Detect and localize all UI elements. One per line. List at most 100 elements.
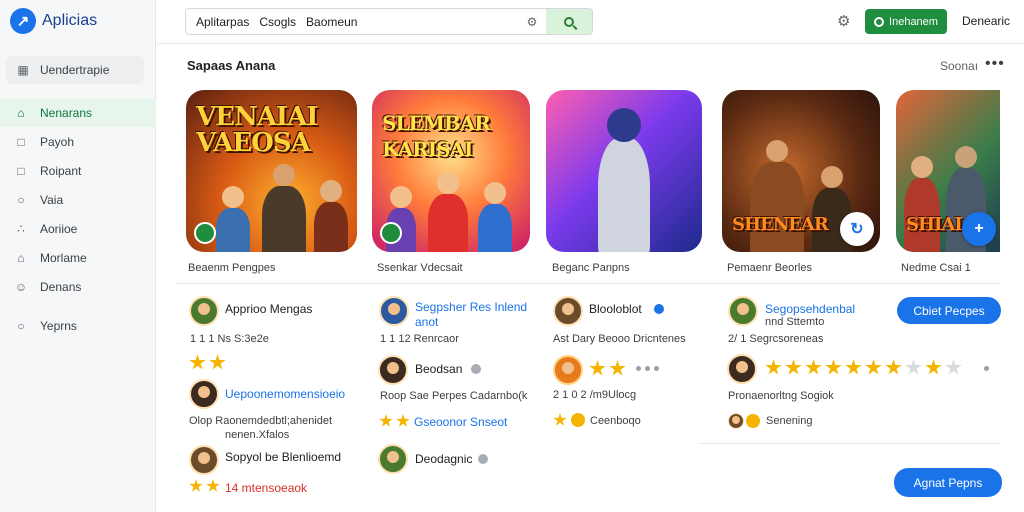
reviewer-name[interactable]: Blooloblot: [589, 302, 642, 316]
primary-pill-button[interactable]: Cbiet Pecpes: [897, 297, 1001, 324]
star-icon: [765, 359, 782, 375]
verified-badge-icon: [380, 222, 402, 244]
game-card-label: Beaenm Pengpes: [188, 262, 276, 274]
sidebar-item-7[interactable]: ☺ Denans: [0, 272, 156, 301]
sidebar-item-label: Aoriioe: [40, 221, 78, 236]
clear-icon[interactable]: ⚙: [518, 15, 546, 29]
sidebar-top-label: Uendertrapie: [40, 63, 110, 77]
avatar[interactable]: [189, 445, 219, 475]
top-bar: Aplitarpas ⚙ ⚙ Inehanem Denearic: [157, 0, 1024, 44]
avatar[interactable]: [728, 413, 744, 429]
character-figure: [478, 182, 512, 252]
avatar[interactable]: [378, 444, 408, 474]
avatar[interactable]: [379, 296, 409, 326]
reviewer-link[interactable]: Segopsehdenbal: [765, 302, 855, 316]
avatar[interactable]: [727, 354, 757, 384]
reviewer-name[interactable]: Deodagnic: [415, 452, 472, 466]
star-icon: [945, 359, 962, 375]
reviewer-link[interactable]: Segpsher Res Inlend: [415, 300, 527, 314]
search-scope-chip[interactable]: Aplitarpas: [186, 15, 259, 29]
search-bar: Aplitarpas ⚙: [185, 8, 593, 35]
avatar[interactable]: [189, 296, 219, 326]
more-options-icon[interactable]: •••: [985, 55, 1005, 73]
settings-icon[interactable]: ⚙: [837, 12, 850, 30]
rating-stars: [189, 354, 226, 371]
star-icon: [785, 359, 802, 375]
dot-icon: [984, 366, 989, 371]
sidebar-item-3[interactable]: □ Roipant: [0, 156, 156, 185]
review-meta-highlight: 14 mtensoeaok: [225, 481, 308, 495]
reviewer-name[interactable]: Sopyol be Blenlioemd: [225, 450, 341, 464]
rating-stars: [379, 414, 410, 428]
sidebar-item-2[interactable]: □ Payoh: [0, 127, 156, 156]
game-art-title: VENAIAI VAEOSA: [196, 102, 318, 158]
grid-icon: ▦: [17, 63, 29, 77]
avatar[interactable]: [378, 355, 408, 385]
review-subtext: nenen.Xfalos: [225, 429, 290, 441]
circle-icon: ○: [17, 318, 25, 333]
star-icon: [553, 413, 567, 426]
review-text: Pronaenorltng Sogiok: [728, 390, 834, 402]
reviewer-link[interactable]: Uepoonemomensioeio: [225, 387, 345, 401]
brand[interactable]: ↗ Aplicias: [10, 8, 97, 34]
game-card-2[interactable]: SLEMBAR KARISAI: [372, 90, 530, 252]
review-meta: 1 1 1 Ns S:3e2e: [190, 333, 269, 345]
sidebar-item-label: Roipant: [40, 163, 82, 178]
avatar[interactable]: [553, 355, 583, 385]
avatar[interactable]: [728, 296, 758, 326]
search-input[interactable]: [259, 14, 518, 29]
review-meta: 2 1 0 2 /m9Ulocg: [553, 389, 637, 401]
reviewer-name[interactable]: Senening: [766, 415, 813, 427]
reviewer-name[interactable]: Apprioo Mengas: [225, 302, 312, 316]
sidebar-item-label: Nenarans: [40, 105, 93, 120]
account-menu[interactable]: Denearic: [962, 14, 1010, 28]
character-figure: [428, 172, 468, 252]
verified-icon: [471, 364, 481, 374]
see-more-link[interactable]: Soonaı: [940, 59, 978, 73]
sidebar-item-6[interactable]: ⌂ Morlame: [0, 243, 156, 272]
game-card-label: Pemaenr Beorles: [727, 262, 812, 274]
reviewer-link[interactable]: anot: [415, 315, 438, 329]
game-card-4[interactable]: SHENEAR ↻: [722, 90, 880, 252]
game-card-1[interactable]: VENAIAI VAEOSA: [186, 90, 357, 252]
star-icon: [865, 359, 882, 375]
secondary-pill-button[interactable]: Agnat Pepns: [894, 468, 1002, 497]
character-figure: [314, 180, 348, 252]
sidebar-nav: ⌂ Nenarans □ Payoh □ Roipant ○ Vaia ∴ Ao…: [0, 98, 156, 340]
sidebar-item-4[interactable]: ○ Vaia: [0, 185, 156, 214]
square-icon: □: [17, 134, 25, 149]
review-link[interactable]: Gseoonor Snseot: [414, 415, 507, 429]
avatar[interactable]: [553, 296, 583, 326]
sidebar-item-label: Morlame: [40, 250, 87, 265]
emoji-icon: [746, 414, 760, 428]
search-icon: [564, 16, 574, 27]
verified-badge-icon: [194, 222, 216, 244]
refresh-icon[interactable]: ↻: [840, 212, 874, 246]
sidebar-item-1[interactable]: ⌂ Nenarans: [0, 98, 156, 127]
sidebar-item-label: Payoh: [40, 134, 75, 149]
primary-action-button[interactable]: Inehanem: [865, 9, 947, 34]
sidebar: ↗ Aplicias ▦ Uendertrapie ⌂ Nenarans □ P…: [0, 0, 156, 512]
review-meta: Ast Dary Beooo Dricntenes: [553, 333, 686, 345]
star-icon: [885, 359, 902, 375]
reviewer-name[interactable]: Ceenboqo: [590, 415, 641, 427]
emoji-icon: [571, 413, 585, 427]
game-card-label: Nedme Csai 1: [901, 262, 971, 274]
star-icon: [805, 359, 822, 375]
sidebar-item-8[interactable]: ○ Yeprns: [0, 311, 156, 340]
sidebar-item-5[interactable]: ∴ Aoriioe: [0, 214, 156, 243]
home-icon: ⌂: [17, 105, 25, 120]
star-icon: [845, 359, 862, 375]
game-card-3[interactable]: [546, 90, 702, 252]
review-meta: 2/ 1 Segrcsoreneas: [728, 333, 824, 345]
reviewer-name[interactable]: Beodsan: [415, 362, 462, 376]
add-icon[interactable]: +: [962, 212, 996, 246]
avatar[interactable]: [189, 379, 219, 409]
game-card-5[interactable]: SHIAI +: [896, 90, 1000, 252]
review-subtext: nnd Sttemto: [765, 316, 825, 328]
sidebar-top-item[interactable]: ▦ Uendertrapie: [6, 56, 144, 84]
rating-stars: [765, 359, 962, 376]
circle-icon: ○: [17, 192, 25, 207]
game-art-title: SHENEAR: [732, 214, 829, 235]
search-button[interactable]: [546, 9, 592, 34]
